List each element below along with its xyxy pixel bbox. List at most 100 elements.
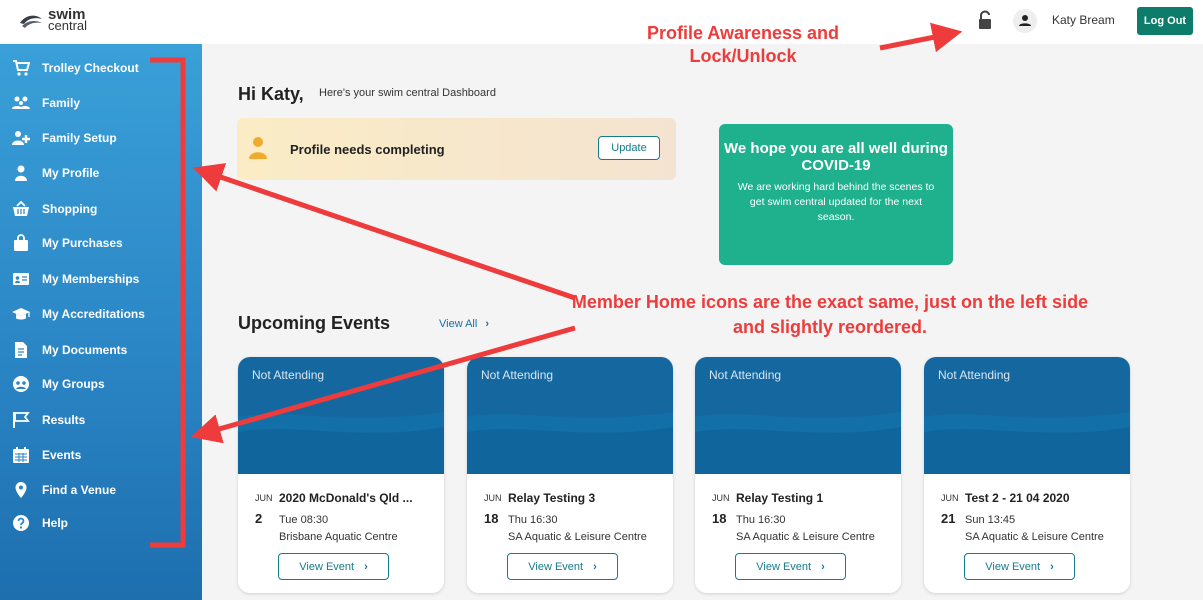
covid-notice: We hope you are all well during COVID-19…	[719, 124, 953, 265]
map-pin-icon	[15, 482, 27, 498]
event-month: JUN	[712, 493, 730, 503]
swim-central-logo[interactable]: swim central	[18, 7, 87, 32]
event-month: JUN	[941, 493, 959, 503]
sidebar-item-family-setup[interactable]: Family Setup	[12, 127, 117, 149]
help-icon	[13, 515, 29, 531]
sidebar-item-events[interactable]: Events	[12, 444, 81, 466]
cart-icon	[13, 60, 30, 76]
event-day: 2	[255, 511, 263, 526]
event-status: Not Attending	[709, 368, 782, 382]
sidebar-item-find-a-venue[interactable]: Find a Venue	[12, 479, 116, 501]
view-event-label: View Event	[756, 560, 812, 573]
view-event-button[interactable]: View Event ›	[278, 553, 389, 580]
chevron-right-icon: ›	[593, 560, 597, 573]
sidebar-item-family[interactable]: Family	[12, 92, 80, 114]
top-bar: swim central Katy Bream Log Out	[0, 0, 1203, 44]
sidebar-item-label: Events	[42, 448, 82, 462]
greeting-subtitle: Here's your swim central Dashboard	[319, 87, 496, 99]
update-profile-button[interactable]: Update	[598, 136, 660, 160]
person-icon	[15, 165, 27, 181]
event-title: Relay Testing 3	[508, 491, 596, 505]
event-status: Not Attending	[252, 368, 325, 382]
sidebar-item-label: Trolley Checkout	[42, 61, 139, 75]
view-event-button[interactable]: View Event ›	[507, 553, 618, 580]
sidebar-item-label: My Purchases	[42, 236, 123, 250]
covid-heading: We hope you are all well during COVID-19	[724, 140, 948, 174]
view-all-label: View All	[439, 318, 478, 330]
person-icon	[1019, 15, 1031, 26]
user-name[interactable]: Katy Bream	[1052, 13, 1115, 27]
sidebar-item-help[interactable]: Help	[12, 512, 68, 534]
view-event-label: View Event	[299, 560, 355, 573]
chevron-right-icon: ›	[1050, 560, 1054, 573]
event-title: Test 2 - 21 04 2020	[965, 491, 1070, 505]
sidebar-item-trolley-checkout[interactable]: Trolley Checkout	[12, 57, 139, 79]
sidebar-item-label: Help	[42, 516, 69, 530]
document-icon	[15, 342, 27, 358]
annotation-profile-awareness: Profile Awareness and Lock/Unlock	[646, 23, 840, 66]
event-time: Tue 08:30	[279, 514, 329, 526]
upcoming-events-title: Upcoming Events	[238, 313, 391, 333]
annotation-member-home-icons: Member Home icons are the exact same, ju…	[571, 292, 1089, 337]
sidebar-item-my-profile[interactable]: My Profile	[12, 162, 99, 184]
sidebar-item-results[interactable]: Results	[12, 409, 85, 431]
event-venue: SA Aquatic & Leisure Centre	[736, 531, 875, 543]
sidebar-item-label: Shopping	[42, 202, 98, 216]
chevron-right-icon: ›	[485, 318, 489, 330]
sidebar-item-label: Find a Venue	[42, 483, 117, 497]
group-icon	[13, 376, 29, 392]
chevron-right-icon: ›	[821, 560, 825, 573]
view-event-label: View Event	[528, 560, 584, 573]
profile-alert-text: Profile needs completing	[290, 142, 445, 157]
sidebar: Trolley Checkout Family Family Setup My …	[0, 44, 202, 600]
event-status: Not Attending	[938, 368, 1011, 382]
sidebar-item-my-groups[interactable]: My Groups	[12, 373, 105, 395]
event-venue: SA Aquatic & Leisure Centre	[965, 531, 1104, 543]
sidebar-item-label: Results	[42, 413, 86, 427]
family-icon	[12, 96, 30, 109]
view-all-link[interactable]: View All ›	[439, 318, 489, 330]
event-card[interactable]: Not Attending JUN 2020 McDonald's Qld ..…	[238, 357, 444, 593]
view-event-button[interactable]: View Event ›	[964, 553, 1075, 580]
view-event-button[interactable]: View Event ›	[735, 553, 846, 580]
flag-icon	[13, 412, 30, 428]
graduation-cap-icon	[12, 308, 30, 320]
event-title: Relay Testing 1	[736, 491, 824, 505]
sidebar-item-shopping[interactable]: Shopping	[12, 198, 97, 220]
calendar-icon	[13, 447, 29, 463]
sidebar-item-my-memberships[interactable]: My Memberships	[12, 268, 139, 290]
event-time: Thu 16:30	[508, 514, 558, 526]
event-status: Not Attending	[481, 368, 554, 382]
unlock-icon[interactable]	[977, 10, 993, 30]
sidebar-item-label: My Memberships	[42, 272, 140, 286]
swim-logo-icon	[20, 15, 42, 28]
event-title: 2020 McDonald's Qld ...	[279, 491, 413, 505]
profile-alert-card: Profile needs completing Update	[237, 118, 676, 180]
event-time: Sun 13:45	[965, 514, 1016, 526]
event-time: Thu 16:30	[736, 514, 786, 526]
basket-icon	[13, 200, 29, 216]
sidebar-item-my-purchases[interactable]: My Purchases	[12, 232, 123, 254]
person-icon	[249, 137, 267, 159]
event-day: 21	[941, 511, 956, 526]
sidebar-item-my-accreditations[interactable]: My Accreditations	[12, 303, 145, 325]
event-card[interactable]: Not Attending JUN Test 2 - 21 04 2020 21…	[924, 357, 1130, 593]
sidebar-item-label: Family	[42, 96, 81, 110]
bag-icon	[14, 234, 28, 251]
sidebar-item-label: My Groups	[42, 377, 105, 391]
sidebar-item-label: Family Setup	[42, 131, 117, 145]
family-setup-icon	[12, 131, 30, 145]
chevron-right-icon: ›	[364, 560, 368, 573]
view-event-label: View Event	[985, 560, 1041, 573]
event-card[interactable]: Not Attending JUN Relay Testing 3 18 Thu…	[467, 357, 673, 593]
event-venue: SA Aquatic & Leisure Centre	[508, 531, 647, 543]
sidebar-item-my-documents[interactable]: My Documents	[12, 339, 127, 361]
user-avatar[interactable]	[1013, 9, 1037, 33]
logout-button[interactable]: Log Out	[1137, 7, 1193, 35]
sidebar-item-label: My Accreditations	[42, 307, 145, 321]
id-card-icon	[13, 273, 29, 285]
event-day: 18	[484, 511, 499, 526]
event-month: JUN	[255, 493, 273, 503]
event-card[interactable]: Not Attending JUN Relay Testing 1 18 Thu…	[695, 357, 901, 593]
covid-body: We are working hard behind the scenes to…	[737, 181, 935, 223]
